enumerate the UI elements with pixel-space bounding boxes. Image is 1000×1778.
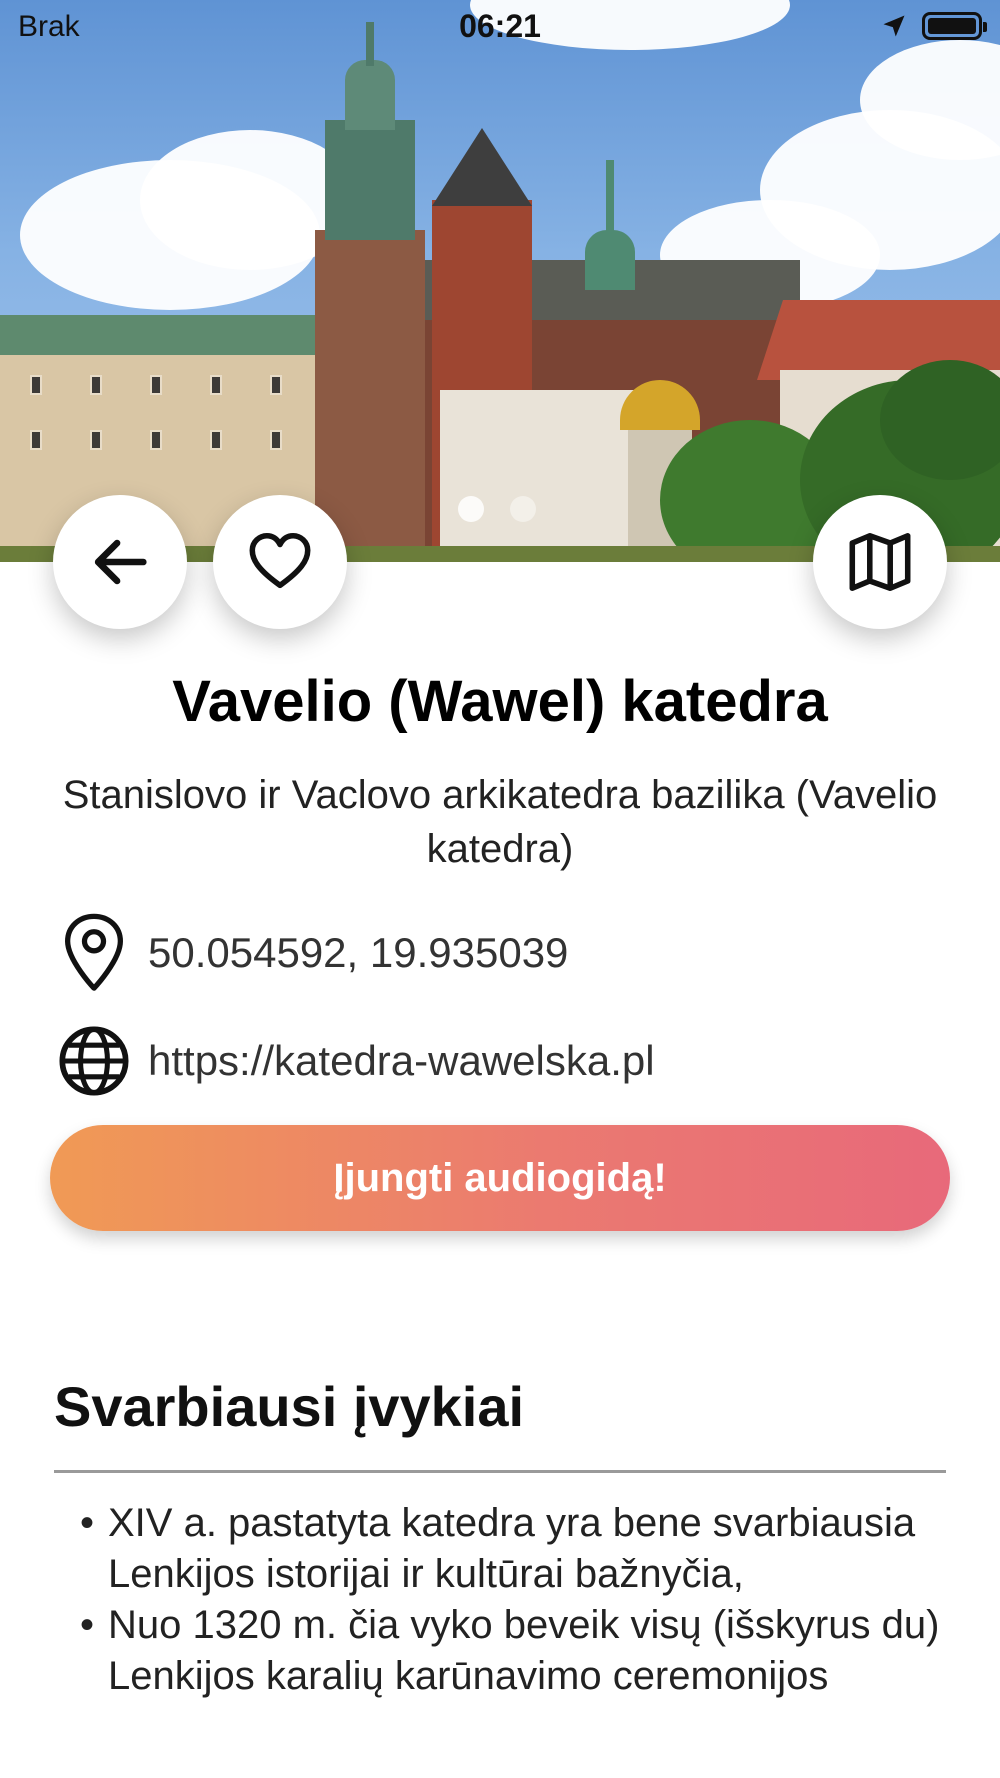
highlights-title: Svarbiausi įvykiai (54, 1375, 525, 1438)
map-button[interactable] (813, 495, 947, 629)
heart-icon (249, 532, 311, 589)
coordinates-text[interactable]: 50.054592, 19.935039 (148, 929, 568, 977)
highlights-list: XIV a. pastatyta katedra yra bene svarbi… (80, 1498, 960, 1702)
globe-icon (54, 1021, 134, 1101)
divider (54, 1470, 946, 1473)
list-item: Nuo 1320 m. čia vyko beveik visų (išskyr… (80, 1600, 960, 1702)
carousel-dot-2[interactable] (510, 496, 536, 522)
battery-icon (922, 12, 987, 40)
map-pin-icon (54, 913, 134, 993)
place-title: Vavelio (Wawel) katedra (172, 669, 828, 734)
map-icon (849, 532, 911, 592)
arrow-left-icon (94, 539, 147, 585)
status-bar: Brak 06:21 (0, 0, 1000, 54)
list-item: XIV a. pastatyta katedra yra bene svarbi… (80, 1498, 960, 1600)
back-button[interactable] (53, 495, 187, 629)
website-row[interactable]: https://katedra-wawelska.pl (54, 1020, 954, 1102)
start-audio-guide-button[interactable]: Įjungti audiogidą! (50, 1125, 950, 1231)
favorite-button[interactable] (213, 495, 347, 629)
hero-photo (0, 0, 1000, 562)
place-subtitle: Stanislovo ir Vaclovo arkikatedra bazili… (62, 773, 938, 871)
carousel-indicator[interactable] (458, 496, 536, 522)
location-arrow-icon (883, 15, 905, 37)
clock: 06:21 (459, 8, 541, 44)
coordinates-row[interactable]: 50.054592, 19.935039 (54, 912, 954, 994)
carousel-dot-1[interactable] (458, 496, 484, 522)
website-link[interactable]: https://katedra-wawelska.pl (148, 1037, 655, 1085)
